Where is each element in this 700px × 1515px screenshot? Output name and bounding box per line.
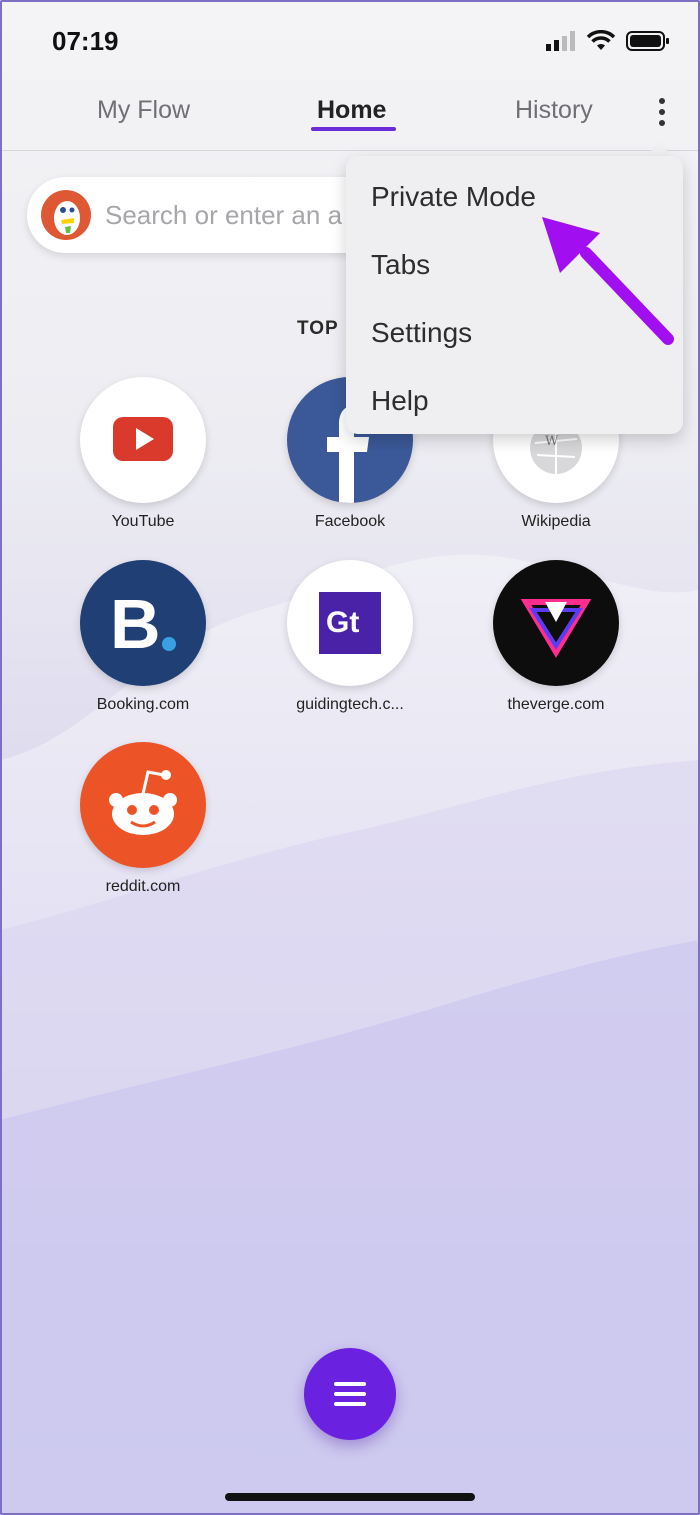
- svg-text:Gt: Gt: [326, 606, 359, 639]
- top-site-theverge[interactable]: theverge.com: [471, 560, 641, 714]
- menu-caret: [646, 142, 672, 156]
- wifi-icon: [586, 30, 616, 50]
- duckduckgo-icon: [41, 190, 91, 240]
- top-site-label: Facebook: [314, 513, 386, 530]
- status-time: 07:19: [52, 26, 119, 56]
- search-placeholder: Search or enter an a: [105, 200, 343, 230]
- signal-icon: [546, 31, 575, 51]
- battery-icon: [626, 31, 669, 51]
- home-indicator[interactable]: [225, 1493, 475, 1501]
- top-site-youtube[interactable]: YouTube: [58, 377, 228, 531]
- top-site-label: guidingtech.c...: [296, 696, 404, 713]
- top-site-label: reddit.com: [105, 878, 181, 895]
- top-site-reddit[interactable]: reddit.com: [58, 742, 228, 896]
- youtube-icon: [80, 377, 206, 503]
- tab-home[interactable]: Home: [317, 96, 386, 125]
- menu-item-private-mode[interactable]: Private Mode: [371, 181, 536, 213]
- status-icons: [546, 30, 670, 52]
- reddit-icon: [80, 742, 206, 868]
- top-site-label: YouTube: [111, 513, 175, 530]
- svg-text:W: W: [545, 434, 559, 449]
- tab-history[interactable]: History: [515, 96, 593, 125]
- svg-text:B: B: [110, 585, 161, 663]
- menu-item-tabs[interactable]: Tabs: [371, 249, 430, 281]
- top-site-label: Booking.com: [96, 696, 190, 713]
- top-site-booking[interactable]: B Booking.com: [58, 560, 228, 714]
- top-site-label: theverge.com: [507, 696, 605, 713]
- more-vert-icon[interactable]: [652, 96, 672, 130]
- tab-my-flow[interactable]: My Flow: [97, 96, 190, 125]
- top-nav: My Flow Home History: [0, 80, 700, 151]
- menu-item-help[interactable]: Help: [371, 385, 429, 417]
- top-sites-heading: TOP: [297, 318, 339, 339]
- menu-item-settings[interactable]: Settings: [371, 317, 472, 349]
- top-site-guidingtech[interactable]: Gt guidingtech.c...: [265, 560, 435, 714]
- booking-icon: B: [80, 560, 206, 686]
- annotation-arrow-icon: [542, 217, 674, 345]
- hamburger-menu-icon[interactable]: [304, 1348, 396, 1440]
- active-tab-indicator: [311, 127, 396, 131]
- guidingtech-icon: Gt: [287, 560, 413, 686]
- theverge-icon: [493, 560, 619, 686]
- top-site-label: Wikipedia: [521, 513, 591, 530]
